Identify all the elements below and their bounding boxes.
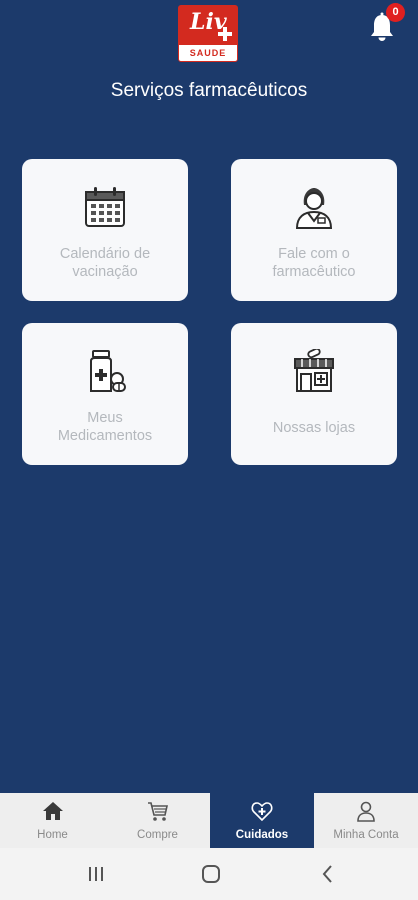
plus-icon	[218, 27, 232, 41]
tab-compre[interactable]: Compre	[105, 793, 210, 848]
tab-cuidados[interactable]: Cuidados	[210, 793, 314, 848]
home-icon	[42, 802, 63, 820]
pharmacist-icon	[295, 188, 333, 229]
calendar-icon	[85, 187, 125, 227]
liv-saude-logo: Liv SAUDE	[178, 5, 238, 62]
heart-health-icon	[251, 802, 273, 822]
bottom-tab-bar: Home Compre Cuidados Minha Conta	[0, 793, 418, 848]
tab-minha-conta[interactable]: Minha Conta	[314, 793, 418, 848]
app-header: Liv SAUDE 0 Serviços farmacêuticos	[0, 0, 418, 140]
card-label: Nossas lojas	[272, 420, 356, 436]
home-button-icon[interactable]	[199, 862, 223, 886]
my-medicines-card[interactable]: Meus Medicamentos	[22, 323, 188, 465]
vaccination-calendar-card[interactable]: Calendário de vacinação	[22, 159, 188, 301]
back-icon[interactable]	[316, 862, 340, 886]
store-icon	[294, 349, 334, 392]
system-navigation-bar	[0, 848, 418, 900]
our-stores-card[interactable]: Nossas lojas	[231, 323, 397, 465]
card-label: Fale com o farmacêutico	[272, 246, 356, 280]
user-icon	[357, 801, 375, 822]
recent-apps-icon[interactable]	[84, 862, 108, 886]
notification-badge: 0	[386, 3, 405, 22]
medicine-bottle-icon	[90, 350, 126, 392]
tab-home[interactable]: Home	[0, 793, 105, 848]
card-label: Meus Medicamentos	[57, 410, 153, 444]
card-label: Calendário de vacinação	[59, 246, 151, 280]
cart-icon	[147, 802, 168, 821]
page-title: Serviços farmacêuticos	[110, 80, 308, 101]
talk-to-pharmacist-card[interactable]: Fale com o farmacêutico	[231, 159, 397, 301]
